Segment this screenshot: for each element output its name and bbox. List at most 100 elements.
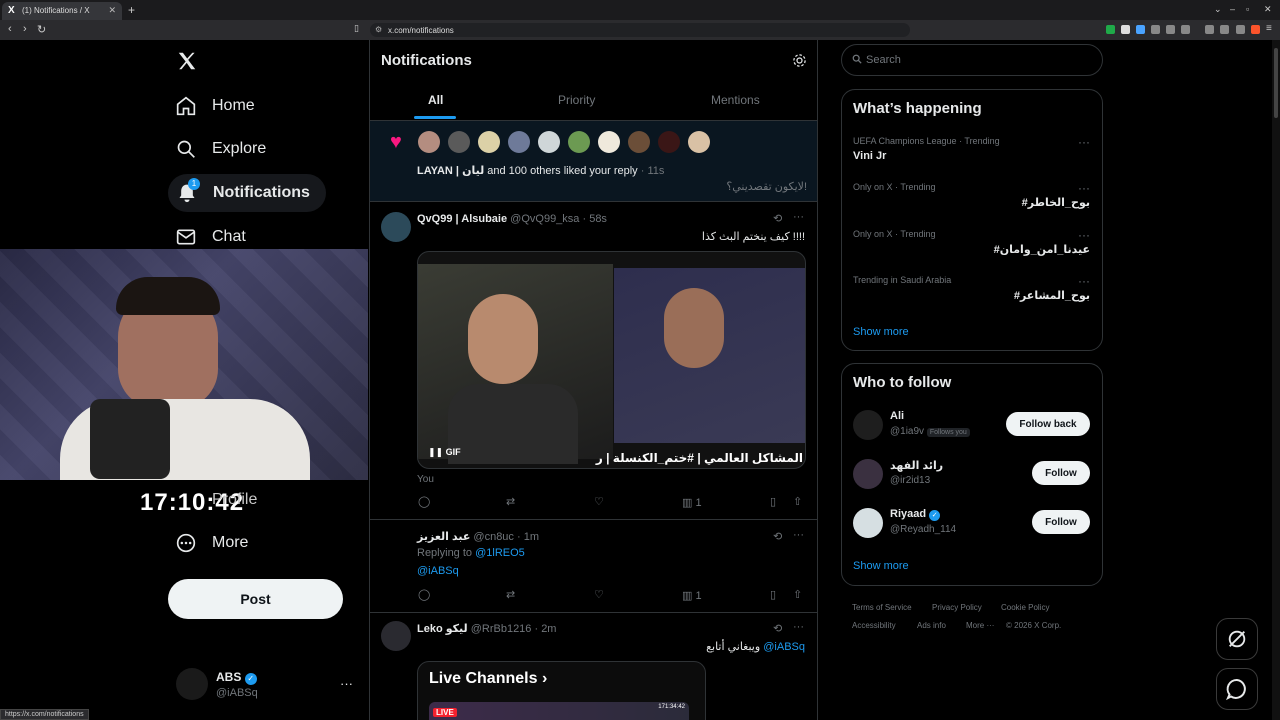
download-icon[interactable]: [1236, 25, 1245, 34]
liker-avatar[interactable]: [568, 131, 590, 153]
reply-icon[interactable]: ◯: [418, 495, 430, 508]
extension-icon[interactable]: [1151, 25, 1160, 34]
liker-name[interactable]: LAYAN | ليان: [417, 165, 484, 177]
liker-avatar[interactable]: [688, 131, 710, 153]
trend-menu-icon[interactable]: ···: [1078, 274, 1090, 288]
tweet-handle[interactable]: @cn8uc · 1m: [473, 531, 539, 543]
live-channels-card[interactable]: Live Channels › LIVE 171:34:42: [417, 661, 706, 720]
follow-name[interactable]: Ali: [890, 410, 904, 422]
scrollbar-thumb[interactable]: [1274, 48, 1278, 118]
liker-avatar[interactable]: [598, 131, 620, 153]
replying-to-handle[interactable]: @1lREO5: [475, 547, 525, 559]
share-icon[interactable]: ⇧: [793, 495, 802, 508]
mention-link[interactable]: @iABSq: [417, 565, 459, 577]
bookmark-icon[interactable]: ▯: [770, 588, 776, 601]
account-menu-icon[interactable]: ···: [340, 676, 353, 691]
wallet-icon[interactable]: [1220, 25, 1229, 34]
liker-avatar[interactable]: [418, 131, 440, 153]
bookmark-icon[interactable]: ▯: [354, 23, 359, 34]
back-icon[interactable]: ‹: [8, 23, 12, 35]
liker-avatar[interactable]: [508, 131, 530, 153]
footer-more[interactable]: More ···: [966, 621, 994, 630]
new-tab-icon[interactable]: +: [128, 3, 135, 17]
forward-icon[interactable]: ›: [23, 23, 27, 35]
like-icon[interactable]: ♡: [594, 495, 604, 508]
grok-icon[interactable]: ⟲: [773, 530, 782, 543]
grok-fab[interactable]: [1216, 618, 1258, 660]
brave-shield-icon[interactable]: [1251, 25, 1260, 34]
address-bar[interactable]: ⚙ x.com/notifications: [370, 23, 910, 37]
liker-avatar[interactable]: [658, 131, 680, 153]
grok-icon[interactable]: ⟲: [773, 622, 782, 635]
author-avatar[interactable]: [381, 212, 411, 242]
tab-mentions[interactable]: Mentions: [711, 93, 760, 107]
footer-privacy[interactable]: Privacy Policy: [932, 603, 982, 612]
follow-avatar[interactable]: [853, 410, 883, 440]
messages-fab[interactable]: [1216, 668, 1258, 710]
account-avatar[interactable]: [176, 668, 208, 700]
retweet-icon[interactable]: ⇄: [506, 495, 515, 508]
tweet-media[interactable]: المشاكل العالمي | #ختم_الكنسلة | ر ❚❚ GI…: [417, 251, 806, 469]
trend-item[interactable]: #بوح_الخاطر: [1022, 196, 1090, 209]
tweet-handle[interactable]: @QvQ99_ksa · 58s: [510, 213, 607, 225]
minimize-icon[interactable]: –: [1230, 4, 1235, 14]
browser-tab[interactable]: X (1) Notifications / X ✕: [2, 2, 122, 20]
bookmark-icon[interactable]: ▯: [770, 495, 776, 508]
trend-item[interactable]: #عيدنا_امن_وامان: [994, 243, 1090, 256]
close-tab-icon[interactable]: ✕: [108, 5, 116, 16]
close-window-icon[interactable]: ✕: [1264, 4, 1272, 15]
liker-avatar[interactable]: [538, 131, 560, 153]
follow-button[interactable]: Follow: [1032, 461, 1090, 485]
site-info-icon[interactable]: ⚙: [375, 25, 382, 34]
settings-gear-icon[interactable]: [792, 53, 807, 73]
footer-cookie[interactable]: Cookie Policy: [1001, 603, 1049, 612]
author-avatar[interactable]: [381, 621, 411, 651]
scrollbar[interactable]: [1272, 40, 1280, 720]
tweet-menu-icon[interactable]: ···: [793, 529, 804, 541]
liker-avatar[interactable]: [628, 131, 650, 153]
tweet-author[interactable]: عبد العزيز: [417, 531, 470, 543]
tweet-author[interactable]: Leko ليكو: [417, 623, 468, 635]
nav-explore[interactable]: Explore: [175, 131, 266, 167]
tab-all[interactable]: All: [428, 93, 443, 107]
retweet-icon[interactable]: ⇄: [506, 588, 515, 601]
like-icon[interactable]: ♡: [594, 588, 604, 601]
mention-link[interactable]: @iABSq: [763, 641, 805, 653]
follow-back-button[interactable]: Follow back: [1006, 412, 1090, 436]
extension-icon[interactable]: [1121, 25, 1130, 34]
tab-priority[interactable]: Priority: [558, 93, 595, 107]
reload-icon[interactable]: ↻: [37, 23, 46, 36]
live-thumbnail[interactable]: LIVE 171:34:42: [429, 702, 689, 720]
nav-home[interactable]: Home: [175, 88, 255, 124]
nav-notifications[interactable]: 1 Notifications: [168, 174, 326, 212]
account-name[interactable]: ABS ✓: [216, 670, 257, 685]
gif-badge[interactable]: ❚❚ GIF: [428, 447, 461, 458]
show-more-trends[interactable]: Show more: [853, 326, 909, 338]
views-icon[interactable]: ▥ 1: [682, 496, 702, 509]
maximize-icon[interactable]: ▫: [1246, 4, 1249, 14]
follow-name[interactable]: رائد الفهد: [890, 459, 943, 472]
liker-avatar[interactable]: [448, 131, 470, 153]
footer-ads[interactable]: Ads info: [917, 621, 946, 630]
extension-icon[interactable]: [1136, 25, 1145, 34]
extension-icon[interactable]: [1166, 25, 1175, 34]
menu-icon[interactable]: ≡: [1266, 23, 1272, 34]
footer-terms[interactable]: Terms of Service: [852, 603, 912, 612]
follow-name-row[interactable]: Riyaad ✓: [890, 508, 941, 521]
chevron-down-icon[interactable]: ⌄: [1214, 4, 1222, 15]
tweet-menu-icon[interactable]: ···: [793, 621, 804, 633]
views-icon[interactable]: ▥ 1: [682, 589, 702, 602]
trend-menu-icon[interactable]: ···: [1078, 135, 1090, 149]
post-button[interactable]: Post: [168, 579, 343, 619]
follow-avatar[interactable]: [853, 508, 883, 538]
footer-accessibility[interactable]: Accessibility: [852, 621, 896, 630]
trend-menu-icon[interactable]: ···: [1078, 228, 1090, 242]
x-logo-icon[interactable]: [176, 50, 200, 74]
tweet-author[interactable]: QvQ99 | Alsubaie: [417, 213, 507, 225]
extension-icon[interactable]: [1106, 25, 1115, 34]
extension-icon[interactable]: [1181, 25, 1190, 34]
tweet-menu-icon[interactable]: ···: [793, 211, 804, 223]
follow-button[interactable]: Follow: [1032, 510, 1090, 534]
trend-item[interactable]: #بوح_المشاعر: [1014, 289, 1090, 302]
trend-item[interactable]: Vini Jr: [853, 150, 886, 162]
